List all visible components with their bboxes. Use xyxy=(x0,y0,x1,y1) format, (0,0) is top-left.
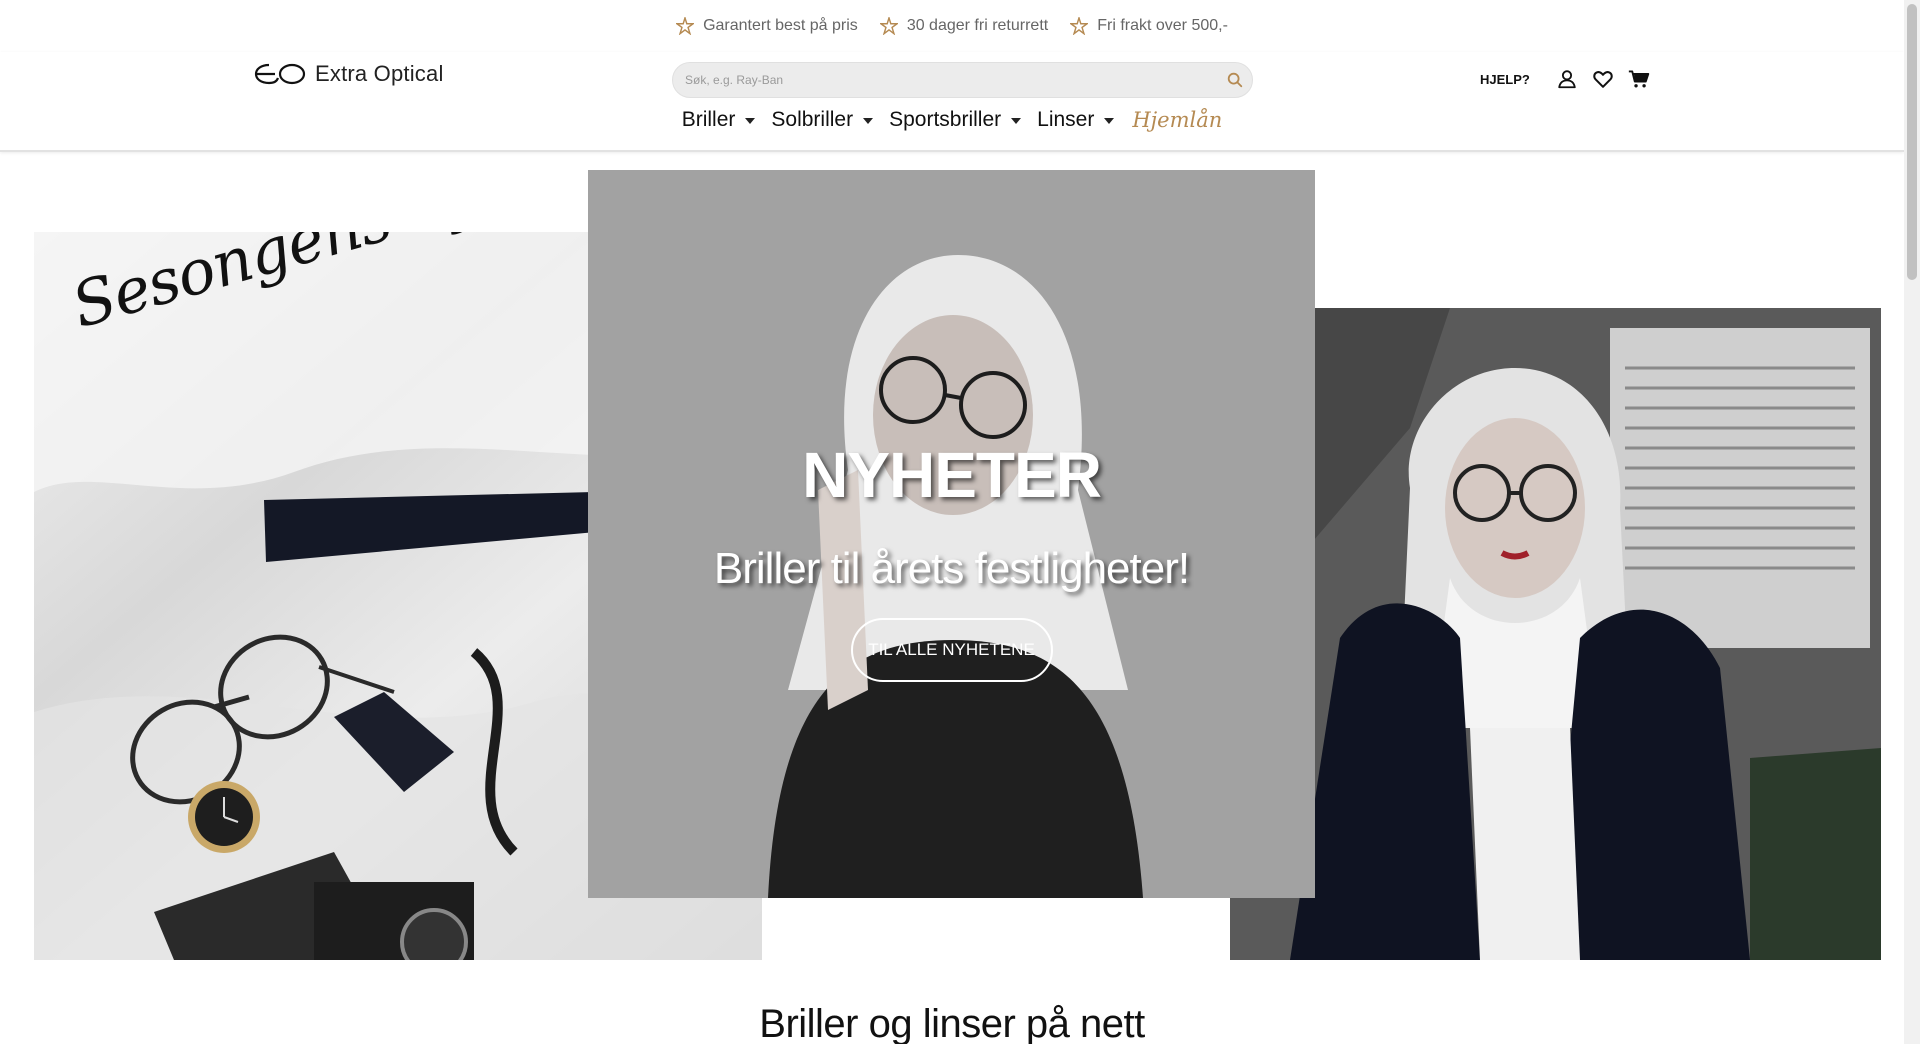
all-news-button[interactable]: TIL ALLE NYHETENE xyxy=(850,618,1053,682)
page-scrollbar[interactable] xyxy=(1904,0,1920,1044)
nav-label: Hjemlån xyxy=(1132,108,1223,132)
scrollbar-thumb[interactable] xyxy=(1907,4,1917,280)
portrait-right-illustration xyxy=(1230,308,1881,960)
nav-item-sportsbriller[interactable]: Sportsbriller xyxy=(889,108,1022,132)
caret-down-icon xyxy=(1011,118,1022,124)
logo-icon xyxy=(254,63,306,85)
nav-label: Sportsbriller xyxy=(889,108,1002,131)
logo-text: Extra Optical xyxy=(315,61,444,86)
star-icon xyxy=(1070,17,1089,35)
hero-photo-portrait-right xyxy=(1230,308,1881,960)
hero-title: NYHETER xyxy=(802,439,1102,511)
heart-icon[interactable] xyxy=(1592,68,1614,90)
hero-subtitle: Briller til årets festligheter! xyxy=(713,544,1190,593)
section-title: Briller og linser på nett xyxy=(759,1002,1145,1044)
usp-item: Fri frakt over 500,- xyxy=(1070,17,1228,35)
nav-label: Solbriller xyxy=(771,108,854,131)
usp-item: 30 dager fri returrett xyxy=(879,17,1049,35)
caret-down-icon xyxy=(863,118,874,124)
search-icon[interactable] xyxy=(1226,71,1244,89)
nav-item-briller[interactable]: Briller xyxy=(682,108,756,132)
usp-text: Fri frakt over 500,- xyxy=(1097,17,1228,34)
usp-item: Garantert best på pris xyxy=(676,17,858,35)
usp-text: Garantert best på pris xyxy=(703,17,858,34)
utility-nav: HJELP? xyxy=(1480,68,1650,90)
nav-item-hjemlan[interactable]: Hjemlån xyxy=(1130,108,1222,132)
nav-item-solbriller[interactable]: Solbriller xyxy=(771,108,874,132)
user-icon[interactable] xyxy=(1556,68,1578,90)
star-icon xyxy=(879,17,898,35)
nav-item-linser[interactable]: Linser xyxy=(1037,108,1115,132)
site-header: Extra Optical HJELP? Briller Solb xyxy=(0,52,1904,152)
caret-down-icon xyxy=(745,118,756,124)
search-input[interactable] xyxy=(685,63,1205,97)
cart-icon[interactable] xyxy=(1628,68,1650,90)
nav-label: Briller xyxy=(681,108,736,131)
star-icon xyxy=(676,17,695,35)
usp-text: 30 dager fri returrett xyxy=(906,17,1049,34)
hero-content: NYHETER Briller til årets festligheter! … xyxy=(588,170,1315,898)
site-logo[interactable]: Extra Optical xyxy=(253,61,444,87)
hero-banner: Sesongens nyheter xyxy=(0,152,1904,972)
nav-label: Linser xyxy=(1037,108,1095,131)
main-nav: Briller Solbriller Sportsbriller Linser … xyxy=(0,108,1904,132)
usp-bar: Garantert best på pris 30 dager fri retu… xyxy=(0,0,1904,52)
search-bar[interactable] xyxy=(672,62,1253,98)
help-link[interactable]: HJELP? xyxy=(1480,72,1530,87)
caret-down-icon xyxy=(1104,118,1115,124)
